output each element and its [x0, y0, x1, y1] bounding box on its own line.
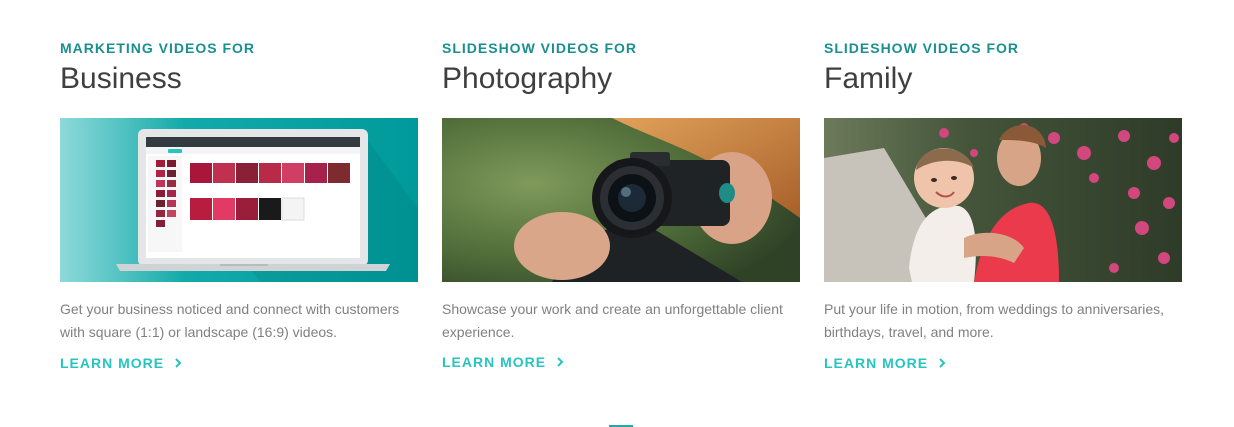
card-description: Put your life in motion, from weddings t…: [824, 301, 1165, 340]
mother-baby-image[interactable]: [824, 118, 1182, 282]
learn-more-label: LEARN MORE: [60, 355, 165, 371]
learn-more-label: LEARN MORE: [442, 354, 547, 370]
learn-more-label: LEARN MORE: [824, 355, 929, 371]
card-eyebrow: SLIDESHOW VIDEOS FOR: [442, 40, 638, 56]
card-title: Business: [60, 62, 182, 95]
chevron-right-icon: [939, 358, 946, 368]
learn-more-link-family[interactable]: LEARN MORE: [824, 355, 947, 371]
card-description: Get your business noticed and connect wi…: [60, 301, 400, 340]
card-description: Showcase your work and create an unforge…: [442, 301, 783, 340]
photographer-camera-image[interactable]: [442, 118, 800, 282]
card-eyebrow: MARKETING VIDEOS FOR: [60, 40, 256, 56]
learn-more-link-photography[interactable]: LEARN MORE: [442, 354, 565, 370]
laptop-editor-image[interactable]: [60, 118, 418, 282]
chevron-right-icon: [557, 357, 564, 367]
card-eyebrow: SLIDESHOW VIDEOS FOR: [824, 40, 1020, 56]
card-title: Photography: [442, 62, 613, 95]
chevron-right-icon: [175, 358, 182, 368]
learn-more-link-business[interactable]: LEARN MORE: [60, 355, 183, 371]
card-title: Family: [824, 62, 913, 95]
